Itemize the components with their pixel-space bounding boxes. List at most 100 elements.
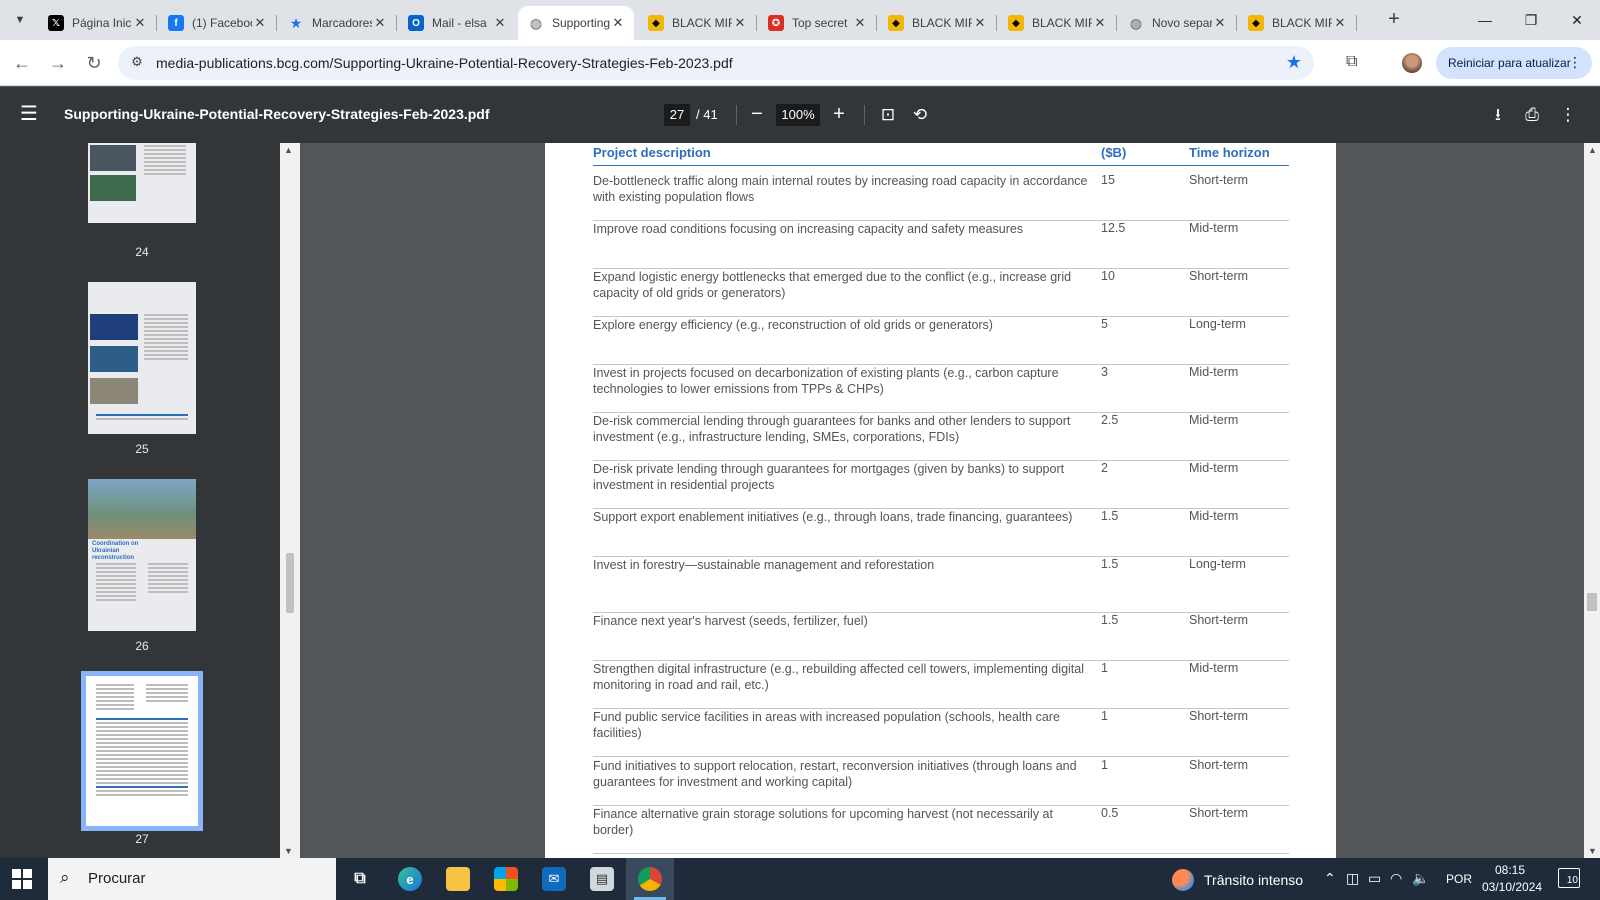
download-icon[interactable]: ⭳	[1486, 103, 1510, 127]
restore-button[interactable]: ❐	[1508, 0, 1554, 40]
address-bar[interactable]: ⚙ media-publications.bcg.com/Supporting-…	[118, 46, 1314, 80]
pdf-viewer[interactable]: Project description ($B) Time horizon De…	[300, 143, 1584, 858]
forward-button[interactable]: →	[44, 49, 72, 77]
browser-tab[interactable]: O Mail - elsa ✕	[398, 6, 516, 40]
print-icon[interactable]: ⎙	[1520, 103, 1544, 127]
chrome-icon	[638, 867, 662, 891]
column-header-amount: ($B)	[1101, 145, 1127, 160]
chevron-up-icon[interactable]: ⌃	[1324, 870, 1336, 887]
browser-tab[interactable]: ◆ BLACK MIRROR✕	[878, 6, 997, 40]
thumbnail-label: 25	[135, 442, 149, 456]
language-indicator[interactable]: POR	[1446, 872, 1472, 886]
wifi-icon[interactable]: ◠	[1390, 870, 1402, 887]
taskbar-mail[interactable]: ✉	[530, 858, 578, 900]
notifications-button[interactable]: 10	[1558, 868, 1580, 888]
browser-tab[interactable]: ✪ Top secret ✕	[758, 6, 877, 40]
meet-now-icon[interactable]: ◫	[1346, 870, 1359, 887]
scrollbar-thumb[interactable]	[286, 553, 294, 613]
close-tab-icon[interactable]: ✕	[1212, 15, 1228, 31]
bookmark-star-icon[interactable]: ★	[1286, 52, 1302, 73]
more-vert-icon[interactable]: ⋮	[1556, 103, 1580, 127]
scrollbar-thumb[interactable]	[1587, 593, 1597, 611]
close-tab-icon[interactable]: ✕	[132, 15, 148, 31]
close-window-button[interactable]: ✕	[1554, 0, 1600, 40]
extensions-icon[interactable]: ⧉	[1346, 53, 1364, 71]
scroll-up-icon[interactable]: ▲	[1588, 145, 1597, 155]
scroll-down-icon[interactable]: ▼	[1588, 846, 1597, 856]
update-button[interactable]: Reiniciar para atualizar ⋮	[1436, 47, 1592, 79]
taskbar-search[interactable]: ⌕ Procurar	[48, 858, 336, 900]
pdf-toolbar: ☰ Supporting-Ukraine-Potential-Recovery-…	[0, 87, 1600, 143]
menu-icon[interactable]: ☰	[20, 104, 42, 126]
close-icon: ✕	[1571, 11, 1583, 28]
header-divider	[593, 165, 1289, 166]
taskbar-store[interactable]	[482, 858, 530, 900]
time-horizon-cell: Short-term	[1189, 806, 1249, 820]
scroll-up-icon[interactable]: ▲	[284, 145, 293, 155]
scroll-down-icon[interactable]: ▼	[284, 846, 293, 856]
document-scrollbar[interactable]: ▲ ▼	[1584, 143, 1600, 858]
close-tab-icon[interactable]: ✕	[852, 15, 868, 31]
taskbar-edge[interactable]: e	[386, 858, 434, 900]
clock[interactable]: 08:15 03/10/2024	[1482, 862, 1542, 896]
page-number-input[interactable]: 27	[664, 104, 690, 126]
volume-icon[interactable]: 🔈	[1412, 870, 1429, 887]
thumbnail-page-25[interactable]	[88, 282, 196, 434]
back-button[interactable]: ←	[8, 49, 36, 77]
close-tab-icon[interactable]: ✕	[732, 15, 748, 31]
site-settings-icon[interactable]: ⚙	[128, 54, 146, 72]
close-tab-icon[interactable]: ✕	[610, 15, 626, 31]
fit-page-icon[interactable]: ⊡	[876, 103, 900, 127]
table-row: De-risk private lending through guarante…	[593, 461, 1289, 509]
browser-tab[interactable]: ◍ Supporting ✕	[518, 6, 634, 40]
close-tab-icon[interactable]: ✕	[1092, 15, 1108, 31]
url-text[interactable]: media-publications.bcg.com/Supporting-Uk…	[156, 55, 733, 71]
taskbar-app[interactable]: ▤	[578, 858, 626, 900]
column-header-horizon: Time horizon	[1189, 145, 1270, 160]
browser-tab[interactable]: 𝕏 Página Inicial✕	[38, 6, 157, 40]
tab-search-button[interactable]: ▼	[6, 6, 34, 34]
zoom-in-button[interactable]: +	[826, 101, 852, 129]
browser-tab[interactable]: ◆ BLACK MIRROR✕	[638, 6, 757, 40]
divider	[736, 105, 737, 125]
tab-title: BLACK MIRROR	[1272, 16, 1332, 30]
thumbnail-page-26[interactable]: Coordination on Ukrainian reconstruction	[88, 479, 196, 631]
browser-tab[interactable]: f (1) Facebook✕	[158, 6, 277, 40]
close-tab-icon[interactable]: ✕	[252, 15, 268, 31]
taskbar-chrome[interactable]	[626, 858, 674, 900]
task-view-button[interactable]: ⧉	[336, 858, 384, 900]
profile-avatar[interactable]	[1402, 53, 1422, 73]
taskbar-file-explorer[interactable]	[434, 858, 482, 900]
battery-icon[interactable]: ▭	[1368, 870, 1381, 887]
close-tab-icon[interactable]: ✕	[492, 15, 508, 31]
browser-tab[interactable]: ◆ BLACK MIRROR✕	[998, 6, 1117, 40]
arrow-right-icon: →	[49, 52, 67, 73]
tab-title: BLACK MIRROR	[672, 16, 732, 30]
thumbnail-heading: Coordination on Ukrainian reconstruction	[92, 541, 139, 561]
new-tab-button[interactable]: +	[1382, 8, 1406, 32]
thumbnail-page-24[interactable]	[88, 143, 196, 223]
browser-tab[interactable]: ★ Marcadores ✕	[278, 6, 397, 40]
browser-tab[interactable]: ◆ BLACK MIRROR✕	[1238, 6, 1357, 40]
table-row: De-risk commercial lending through guara…	[593, 413, 1289, 461]
rotate-icon[interactable]: ⟲	[908, 103, 932, 127]
project-description-cell: Fund public service facilities in areas …	[593, 710, 1060, 740]
zoom-level-input[interactable]: 100%	[776, 104, 820, 126]
weather-widget[interactable]: Trânsito intenso	[1172, 869, 1303, 891]
sidebar-scrollbar[interactable]: ▲ ▼	[280, 143, 300, 858]
time-horizon-cell: Mid-term	[1189, 661, 1239, 675]
close-tab-icon[interactable]: ✕	[1332, 15, 1348, 31]
close-tab-icon[interactable]: ✕	[372, 15, 388, 31]
zoom-out-button[interactable]: −	[744, 101, 770, 129]
project-description-cell: Strengthen digital infrastructure (e.g.,…	[593, 662, 1085, 692]
black-mirror-icon: ◆	[888, 15, 904, 31]
browser-tab[interactable]: ◍ Novo separador✕	[1118, 6, 1237, 40]
minimize-button[interactable]: —	[1462, 0, 1508, 40]
thumbnail-page-27[interactable]	[81, 671, 203, 831]
project-description-cell: Finance alternative grain storage soluti…	[593, 807, 1053, 837]
reload-button[interactable]: ↻	[80, 49, 108, 77]
tab-title: Novo separador	[1152, 16, 1212, 30]
close-tab-icon[interactable]: ✕	[972, 15, 988, 31]
amount-cell: 0.5	[1101, 806, 1119, 820]
start-button[interactable]	[12, 869, 32, 889]
